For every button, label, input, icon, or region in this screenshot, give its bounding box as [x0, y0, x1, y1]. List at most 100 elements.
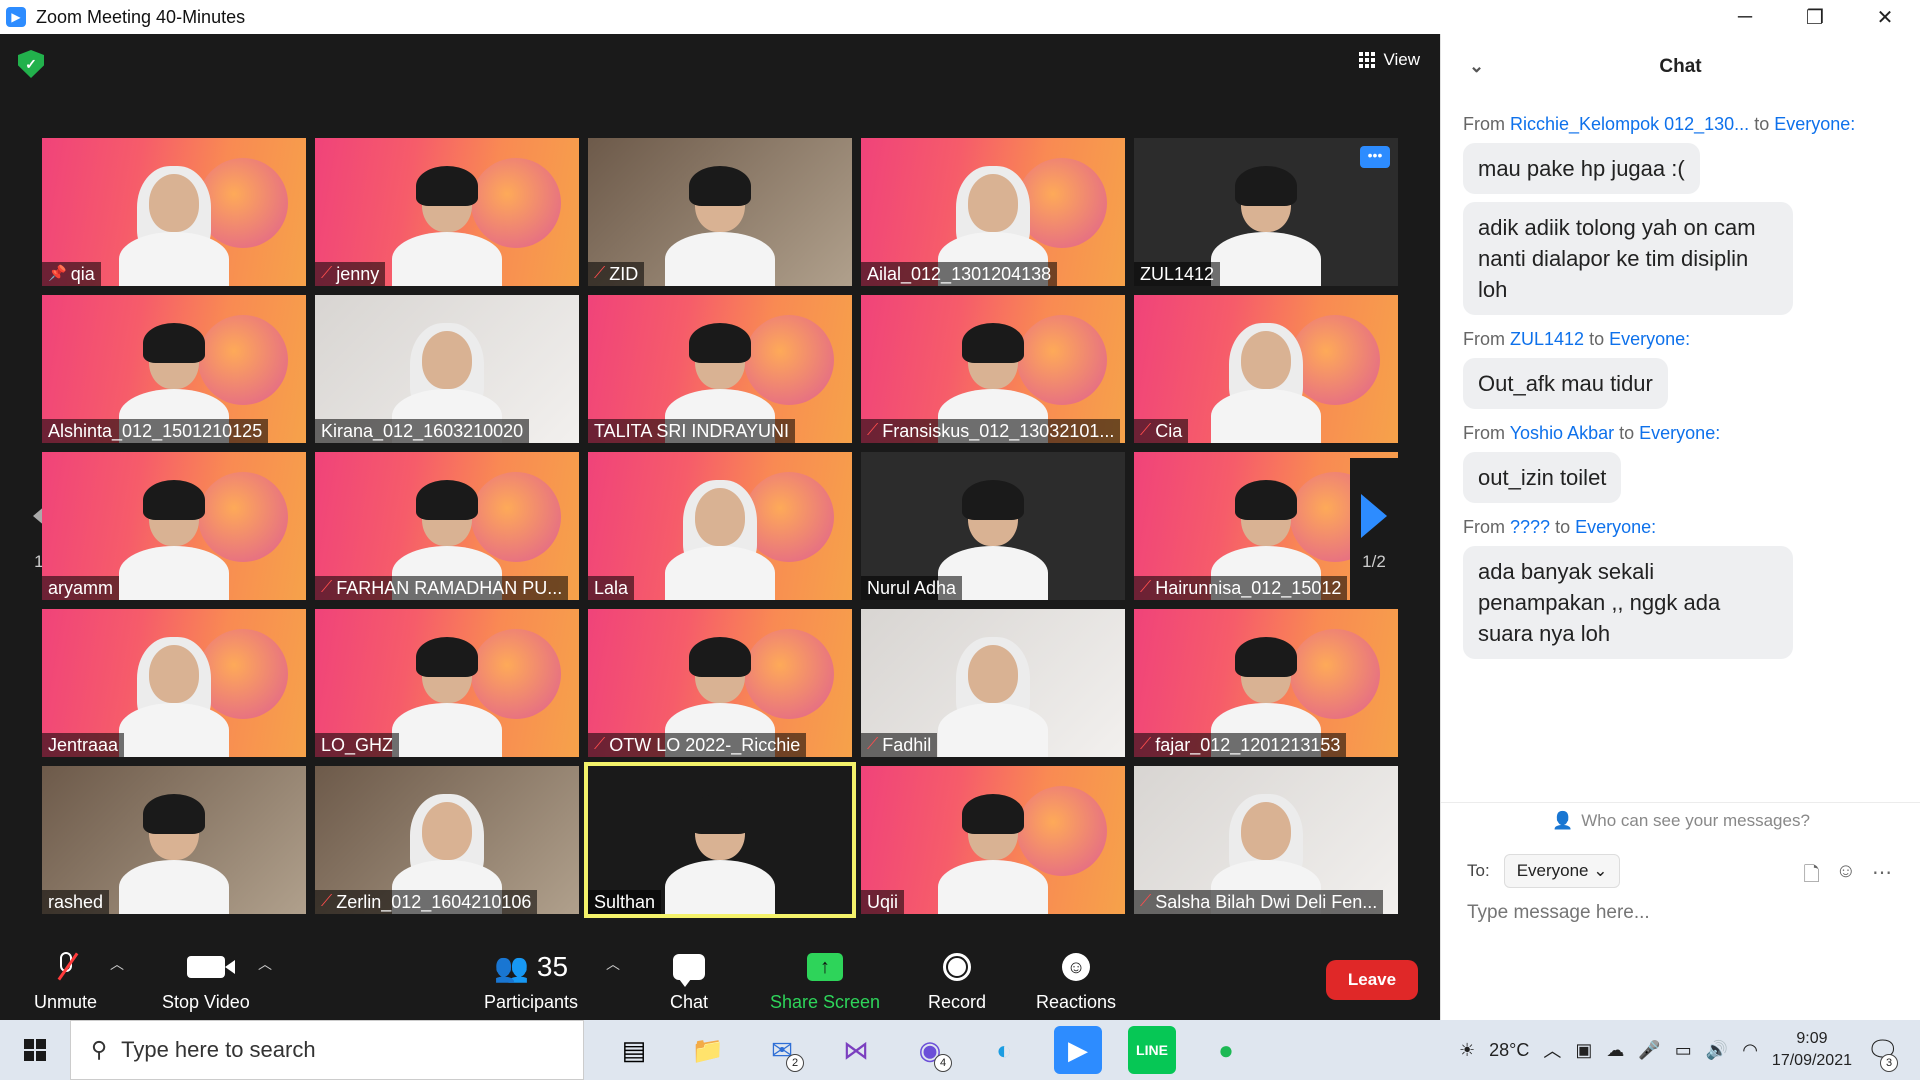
windows-logo-icon: [24, 1039, 46, 1061]
participant-name: jenny: [336, 264, 380, 284]
chat-messages: From Ricchie_Kelompok 012_130... to Ever…: [1441, 114, 1920, 659]
chat-button[interactable]: Chat: [670, 950, 708, 1013]
participants-button[interactable]: 👥 35 Participants: [484, 950, 578, 1013]
stop-video-button[interactable]: Stop Video: [162, 950, 250, 1013]
close-button[interactable]: ✕: [1850, 0, 1920, 34]
sender-name[interactable]: Ricchie_Kelompok 012_130...: [1510, 114, 1749, 134]
participant-video-tile[interactable]: ⟋ jenny: [315, 138, 579, 286]
task-view-icon[interactable]: ▤: [610, 1026, 658, 1074]
participant-video-tile[interactable]: Uqii: [861, 766, 1125, 914]
file-icon[interactable]: 🗋: [1803, 860, 1819, 894]
sender-name[interactable]: ZUL1412: [1510, 329, 1584, 349]
encryption-shield-icon[interactable]: ✓: [18, 50, 44, 78]
minimize-button[interactable]: ─: [1710, 0, 1780, 34]
temperature[interactable]: 28°C: [1489, 1040, 1529, 1061]
muted-microphone-icon: ⟋: [1140, 579, 1152, 596]
messenger-icon[interactable]: ◉ 4: [906, 1026, 954, 1074]
unmute-button[interactable]: Unmute: [34, 950, 97, 1013]
participant-name: Nurul Adha: [867, 578, 957, 598]
zoom-taskbar-icon[interactable]: ▶: [1054, 1026, 1102, 1074]
participant-video-tile[interactable]: rashed: [42, 766, 306, 914]
participants-count: 35: [536, 951, 569, 982]
participant-name: Zerlin_012_1604210106: [336, 892, 532, 912]
next-page-button[interactable]: 1/2: [1350, 458, 1398, 608]
participant-name-bar: Lala: [588, 576, 635, 600]
recipient-select[interactable]: Everyone ⌄: [1503, 854, 1621, 888]
participant-name: Salsha Bilah Dwi Deli Fen...: [1155, 892, 1378, 912]
stop-video-label: Stop Video: [162, 992, 250, 1012]
participant-video-tile[interactable]: TALITA SRI INDRAYUNI: [588, 295, 852, 443]
participant-video-tile[interactable]: ⟋ Cia: [1134, 295, 1398, 443]
more-options-icon[interactable]: ⋯: [1872, 860, 1892, 894]
wifi-icon[interactable]: ◠: [1742, 1040, 1758, 1061]
participant-video-tile[interactable]: aryamm: [42, 452, 306, 600]
share-screen-button[interactable]: ↑ Share Screen: [770, 950, 880, 1013]
reactions-button[interactable]: ☺ Reactions: [1036, 950, 1116, 1013]
participant-video-feed: [119, 637, 229, 757]
battery-icon[interactable]: ▭: [1675, 1040, 1692, 1061]
leave-button[interactable]: Leave: [1326, 960, 1418, 1000]
participant-name-bar: ⟋ Zerlin_012_1604210106: [315, 890, 538, 914]
participants-chevron-icon[interactable]: ︿: [606, 954, 620, 974]
meet-now-icon[interactable]: ▣: [1575, 1040, 1592, 1061]
participant-video-tile[interactable]: ⟋ fajar_012_1201213153: [1134, 609, 1398, 757]
participant-video-tile[interactable]: 📌 qia: [42, 138, 306, 286]
tile-more-options-button[interactable]: •••: [1360, 146, 1390, 168]
start-button[interactable]: [0, 1020, 70, 1080]
participant-video-tile[interactable]: Kirana_012_1603210020: [315, 295, 579, 443]
participant-name-bar: LO_GHZ: [315, 733, 400, 757]
line-app-icon[interactable]: LINE: [1128, 1026, 1176, 1074]
notification-center-icon[interactable]: 🗨 3: [1866, 1026, 1900, 1074]
to-prefix: to: [1555, 517, 1571, 537]
spotify-icon[interactable]: ●: [1202, 1026, 1250, 1074]
audio-options-chevron-icon[interactable]: ︿: [110, 954, 124, 974]
participant-video-tile[interactable]: Ailal_012_1301204138: [861, 138, 1125, 286]
participant-name: Cia: [1155, 421, 1183, 441]
emoji-icon[interactable]: ☺: [1836, 860, 1856, 894]
view-button[interactable]: View: [1359, 46, 1420, 74]
participant-name: qia: [70, 264, 95, 284]
to-prefix: to: [1589, 329, 1605, 349]
participant-video-tile[interactable]: ⟋ Zerlin_012_1604210106: [315, 766, 579, 914]
microphone-icon[interactable]: 🎤: [1638, 1040, 1660, 1061]
who-can-see-messages-link[interactable]: 👤 Who can see your messages?: [1441, 802, 1920, 838]
participant-video-tile[interactable]: Alshinta_012_1501210125: [42, 295, 306, 443]
mail-icon[interactable]: ✉ 2: [758, 1026, 806, 1074]
participant-name-bar: ⟋ jenny: [315, 262, 386, 286]
participant-video-tile[interactable]: Jentraaa: [42, 609, 306, 757]
participant-video-tile[interactable]: Nurul Adha: [861, 452, 1125, 600]
participant-name: Hairunnisa_012_15012: [1155, 578, 1342, 598]
edge-browser-icon[interactable]: ◐: [980, 1026, 1028, 1074]
record-button[interactable]: Record: [928, 950, 986, 1013]
participant-video-tile[interactable]: ZUL1412 •••: [1134, 138, 1398, 286]
participant-video-tile[interactable]: ⟋ OTW LO 2022-_Ricchie: [588, 609, 852, 757]
weather-icon[interactable]: ☀: [1459, 1040, 1475, 1061]
unmute-label: Unmute: [34, 992, 98, 1012]
participant-video-feed: [119, 166, 229, 286]
participant-name-bar: ⟋ fajar_012_1201213153: [1134, 733, 1347, 757]
chat-label: Chat: [670, 992, 709, 1012]
participant-video-tile[interactable]: LO_GHZ: [315, 609, 579, 757]
volume-icon[interactable]: 🔊: [1706, 1040, 1728, 1061]
collapse-chevron-icon[interactable]: ⌄: [1469, 56, 1484, 77]
visual-studio-icon[interactable]: ⋈: [832, 1026, 880, 1074]
message-input[interactable]: [1467, 902, 1887, 924]
record-icon: [943, 953, 972, 981]
participant-video-tile[interactable]: ⟋ FARHAN RAMADHAN PU...: [315, 452, 579, 600]
file-explorer-icon[interactable]: 📁: [684, 1026, 732, 1074]
participant-video-tile[interactable]: ⟋ Salsha Bilah Dwi Deli Fen...: [1134, 766, 1398, 914]
clock[interactable]: 9:09 17/09/2021: [1772, 1028, 1852, 1072]
sender-name[interactable]: Yoshio Akbar: [1510, 423, 1614, 443]
video-options-chevron-icon[interactable]: ︿: [258, 954, 272, 974]
muted-microphone-icon: ⟋: [321, 893, 333, 910]
participant-video-tile[interactable]: ⟋ Fransiskus_012_13032101...: [861, 295, 1125, 443]
taskbar-search-box[interactable]: ⚲ Type here to search: [70, 1020, 584, 1080]
onedrive-cloud-icon[interactable]: ☁: [1606, 1040, 1624, 1061]
show-hidden-icons-chevron-icon[interactable]: ︿: [1543, 1037, 1561, 1063]
participant-video-tile[interactable]: Lala: [588, 452, 852, 600]
participant-video-tile[interactable]: ⟋ ZID: [588, 138, 852, 286]
sender-name[interactable]: ????: [1510, 517, 1550, 537]
participant-video-tile[interactable]: ⟋ Fadhil: [861, 609, 1125, 757]
restore-button[interactable]: ❐: [1780, 0, 1850, 34]
participant-video-tile[interactable]: Sulthan: [584, 762, 856, 918]
